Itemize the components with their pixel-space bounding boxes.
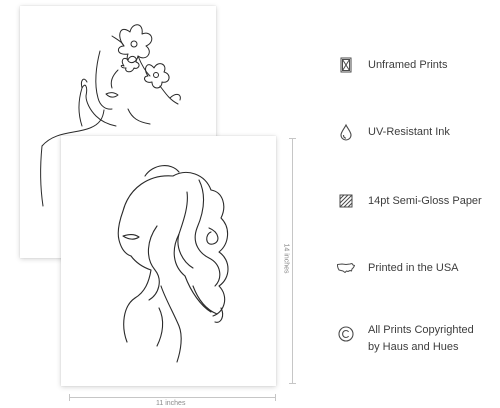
feature-printed-in-usa: Printed in the USA: [336, 258, 459, 278]
copyright-icon: [336, 324, 356, 344]
line-art-portrait-illustration: [117, 165, 229, 363]
feature-unframed-prints: Unframed Prints: [336, 55, 447, 75]
height-dimension-label: 14 inches: [282, 241, 290, 276]
height-dimension-tick-top: [289, 138, 296, 139]
paper-texture-icon: [336, 191, 356, 211]
width-dimension-label: 11 inches: [154, 400, 188, 407]
feature-label-line-1: All Prints Copyrighted: [368, 324, 474, 336]
feature-label: UV-Resistant Ink: [368, 125, 450, 138]
usa-map-icon: [336, 258, 356, 278]
feature-label: 14pt Semi-Gloss Paper: [368, 194, 482, 207]
feature-label-line-2: by Haus and Hues: [368, 341, 459, 353]
unframed-print-icon: [336, 55, 356, 75]
width-dimension-line: [69, 397, 276, 398]
feature-uv-resistant-ink: UV-Resistant Ink: [336, 122, 450, 142]
feature-label: All Prints Copyrighted by Haus and Hues: [368, 322, 474, 356]
feature-label: Printed in the USA: [368, 261, 459, 274]
print-woman-with-wavy-hair: [61, 136, 276, 386]
feature-label: Unframed Prints: [368, 58, 448, 71]
height-dimension-line: [292, 138, 293, 384]
height-dimension-tick-bottom: [289, 383, 296, 384]
feature-semi-gloss-paper: 14pt Semi-Gloss Paper: [336, 191, 482, 211]
width-dimension-tick-right: [275, 394, 276, 401]
ink-drop-icon: [336, 122, 356, 142]
feature-copyrighted: All Prints Copyrighted by Haus and Hues: [336, 322, 474, 356]
width-dimension-tick-left: [69, 394, 70, 401]
